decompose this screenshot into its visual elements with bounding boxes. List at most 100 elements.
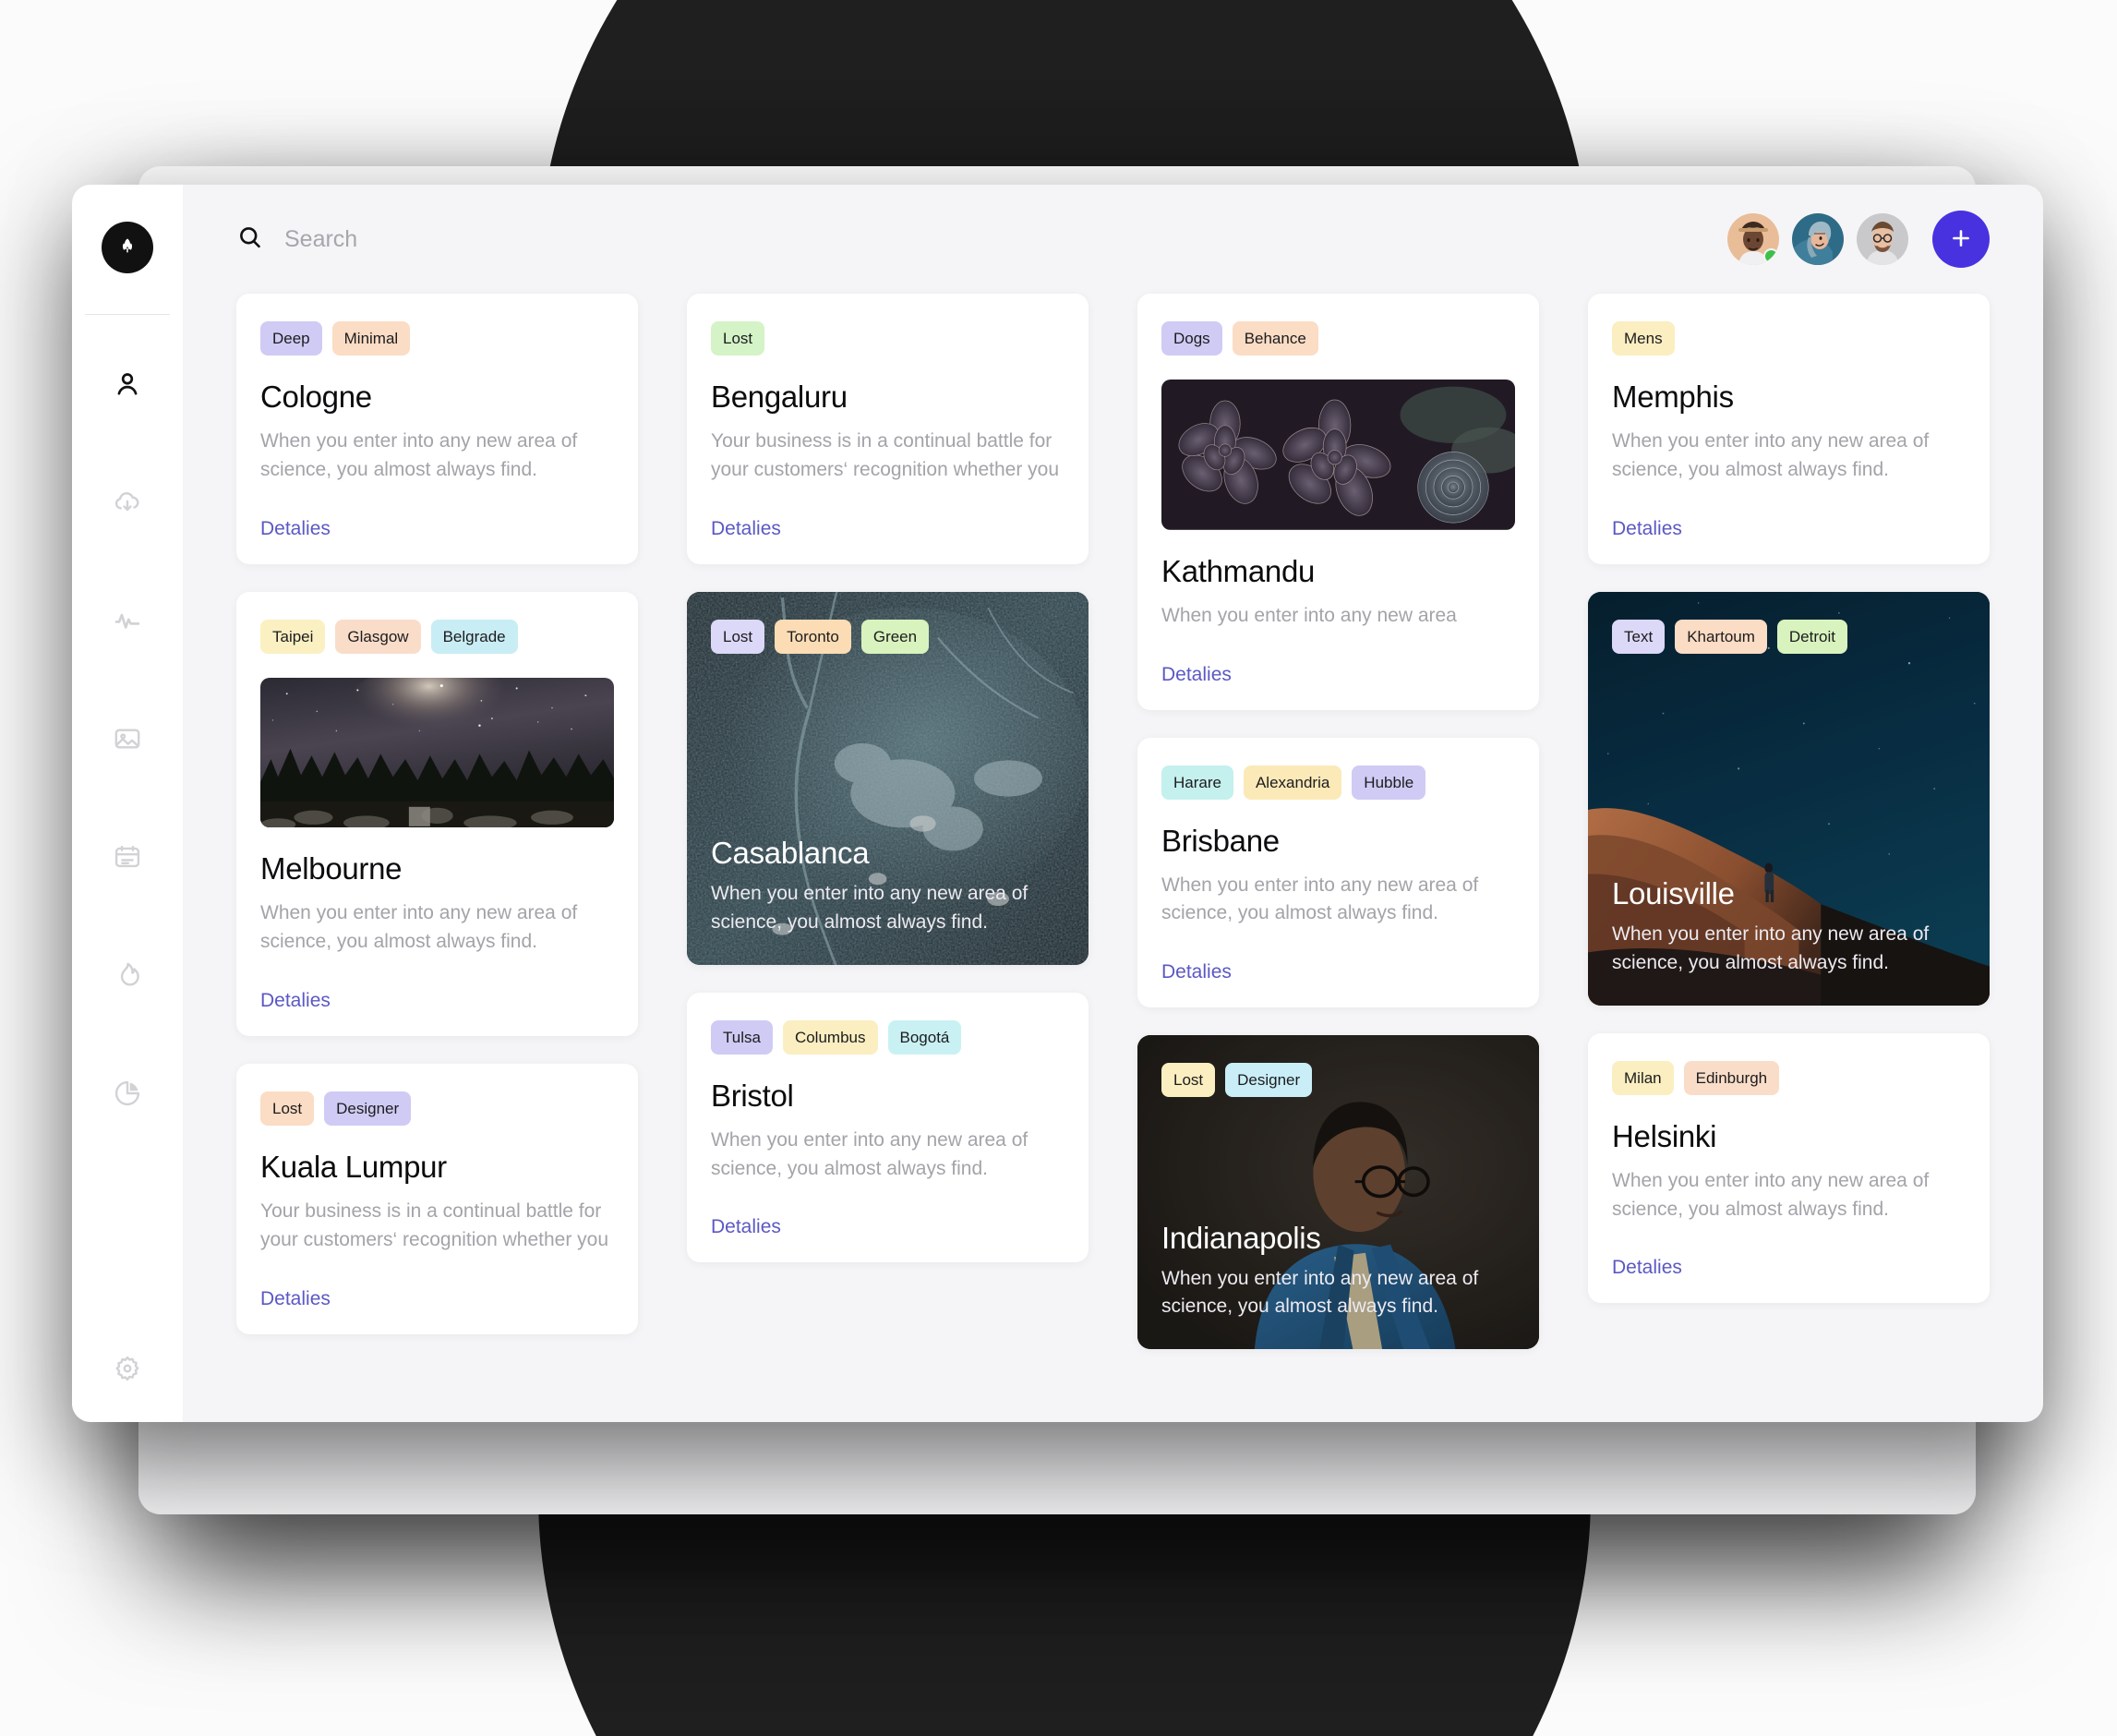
tag[interactable]: Detroit bbox=[1776, 619, 1847, 654]
card-casablanca[interactable]: Lost Toronto Green Casablanca When you e… bbox=[687, 591, 1089, 965]
activity-pulse-icon bbox=[112, 605, 143, 636]
tag[interactable]: Designer bbox=[324, 1091, 412, 1127]
card-indianapolis[interactable]: Lost Designer Indianapolis When you ente… bbox=[1137, 1035, 1539, 1350]
add-button[interactable] bbox=[1932, 211, 1990, 268]
tag[interactable]: Lost bbox=[711, 321, 765, 356]
tag[interactable]: Dogs bbox=[1161, 321, 1222, 356]
search-bar[interactable] bbox=[236, 223, 1727, 256]
leaf-logo-icon bbox=[114, 232, 141, 264]
user-avatar-group bbox=[1727, 211, 1990, 268]
board-column-1: Deep Minimal Cologne When you enter into… bbox=[236, 294, 638, 1413]
board-column-2: Lost Bengaluru Your business is in a con… bbox=[687, 294, 1089, 1413]
sidebar-item-user[interactable] bbox=[72, 357, 183, 411]
card-memphis[interactable]: Mens Memphis When you enter into any new… bbox=[1588, 294, 1990, 564]
app-logo[interactable] bbox=[102, 222, 153, 273]
search-input[interactable] bbox=[284, 225, 709, 253]
sidebar-item-images[interactable] bbox=[72, 712, 183, 766]
card-cologne[interactable]: Deep Minimal Cologne When you enter into… bbox=[236, 294, 638, 564]
tag[interactable]: Edinburgh bbox=[1683, 1060, 1780, 1095]
tag[interactable]: Hubble bbox=[1352, 765, 1426, 800]
card-description: Your business is in a continual battle f… bbox=[711, 430, 1060, 480]
pie-chart-icon bbox=[112, 1078, 143, 1109]
card-melbourne[interactable]: Taipei Glasgow Belgrade Melbourne When y… bbox=[236, 591, 638, 1037]
tag[interactable]: Minimal bbox=[331, 321, 411, 356]
sidebar-item-analytics[interactable] bbox=[72, 1067, 183, 1120]
details-link[interactable]: Detalies bbox=[260, 957, 331, 1012]
avatar-1[interactable] bbox=[1727, 213, 1779, 265]
card-thumbnail-succulents bbox=[1161, 380, 1515, 530]
details-link[interactable]: Detalies bbox=[260, 1255, 331, 1310]
board-column-3: Dogs Behance Kathmandu When you enter in… bbox=[1137, 294, 1539, 1413]
card-description: When you enter into any new area of scie… bbox=[1612, 923, 1930, 973]
tag[interactable]: Milan bbox=[1612, 1060, 1674, 1095]
tag[interactable]: Designer bbox=[1225, 1063, 1313, 1098]
tag[interactable]: Green bbox=[860, 619, 930, 654]
flame-icon bbox=[112, 959, 143, 991]
sidebar bbox=[72, 185, 183, 1422]
tag[interactable]: Toronto bbox=[775, 619, 851, 654]
card-title: Bristol bbox=[711, 1078, 794, 1113]
card-title: Indianapolis bbox=[1161, 1220, 1321, 1255]
plus-icon bbox=[1949, 226, 1973, 253]
card-description: When you enter into any new area of scie… bbox=[1612, 1169, 1930, 1220]
tag[interactable]: Lost bbox=[260, 1091, 315, 1127]
tag[interactable]: Mens bbox=[1612, 321, 1675, 356]
card-description: When you enter into any new area bbox=[1161, 604, 1457, 626]
gear-icon bbox=[112, 1353, 143, 1389]
tag[interactable]: Belgrade bbox=[430, 619, 518, 654]
sidebar-item-calendar[interactable] bbox=[72, 830, 183, 884]
sidebar-item-activity[interactable] bbox=[72, 594, 183, 647]
card-title: Kuala Lumpur bbox=[260, 1150, 447, 1185]
tag[interactable]: Taipei bbox=[260, 619, 326, 654]
tag-list: Harare Alexandria Hubble bbox=[1161, 765, 1515, 800]
tag-list: Deep Minimal bbox=[260, 321, 614, 356]
tag[interactable]: Lost bbox=[1161, 1063, 1216, 1098]
card-louisville[interactable]: Text Khartoum Detroit Louisville When yo… bbox=[1588, 591, 1990, 1006]
card-title: Louisville bbox=[1612, 876, 1735, 910]
tag[interactable]: Glasgow bbox=[335, 619, 421, 654]
tag[interactable]: Bogotá bbox=[887, 1019, 962, 1055]
avatar-3[interactable] bbox=[1857, 213, 1908, 265]
cloud-download-icon bbox=[112, 487, 143, 518]
sidebar-item-trending[interactable] bbox=[72, 948, 183, 1002]
tag[interactable]: Harare bbox=[1161, 765, 1233, 800]
tag-list: Tulsa Columbus Bogotá bbox=[711, 1019, 1065, 1055]
details-link[interactable]: Detalies bbox=[1161, 631, 1232, 686]
card-kathmandu[interactable]: Dogs Behance Kathmandu When you enter in… bbox=[1137, 294, 1539, 710]
tag[interactable]: Text bbox=[1612, 619, 1666, 654]
details-link[interactable]: Detalies bbox=[260, 485, 331, 540]
details-link[interactable]: Detalies bbox=[1161, 928, 1232, 983]
tag-list: Lost Designer bbox=[1161, 1063, 1515, 1098]
card-title: Melbourne bbox=[260, 851, 403, 886]
card-title: Kathmandu bbox=[1161, 553, 1316, 588]
app-window: Deep Minimal Cologne When you enter into… bbox=[72, 185, 2043, 1422]
card-brisbane[interactable]: Harare Alexandria Hubble Brisbane When y… bbox=[1137, 737, 1539, 1008]
tag[interactable]: Behance bbox=[1232, 321, 1318, 356]
details-link[interactable]: Detalies bbox=[711, 485, 781, 540]
tag[interactable]: Columbus bbox=[782, 1019, 878, 1055]
card-bristol[interactable]: Tulsa Columbus Bogotá Bristol When you e… bbox=[687, 992, 1089, 1263]
tag[interactable]: Khartoum bbox=[1675, 619, 1767, 654]
calendar-icon bbox=[112, 841, 143, 873]
tag-list: Text Khartoum Detroit bbox=[1612, 619, 1966, 654]
tag[interactable]: Deep bbox=[260, 321, 322, 356]
card-kuala-lumpur[interactable]: Lost Designer Kuala Lumpur Your business… bbox=[236, 1064, 638, 1334]
card-title: Helsinki bbox=[1612, 1118, 1717, 1153]
details-link[interactable]: Detalies bbox=[1612, 485, 1682, 540]
avatar-2[interactable] bbox=[1792, 213, 1844, 265]
card-description: When you enter into any new area of scie… bbox=[1612, 430, 1930, 480]
board-column-4: Mens Memphis When you enter into any new… bbox=[1588, 294, 1990, 1413]
details-link[interactable]: Detalies bbox=[1612, 1224, 1682, 1279]
card-description: When you enter into any new area of scie… bbox=[711, 883, 1028, 933]
tag[interactable]: Tulsa bbox=[711, 1019, 773, 1055]
card-bengaluru[interactable]: Lost Bengaluru Your business is in a con… bbox=[687, 294, 1089, 564]
details-link[interactable]: Detalies bbox=[711, 1183, 781, 1238]
sidebar-item-cloud-download[interactable] bbox=[72, 476, 183, 529]
tag-list: Lost bbox=[711, 321, 1065, 356]
user-icon bbox=[112, 368, 143, 400]
sidebar-item-settings[interactable] bbox=[72, 1353, 183, 1389]
card-helsinki[interactable]: Milan Edinburgh Helsinki When you enter … bbox=[1588, 1032, 1990, 1304]
tag[interactable]: Lost bbox=[711, 619, 765, 654]
image-icon bbox=[112, 723, 143, 754]
tag[interactable]: Alexandria bbox=[1243, 765, 1342, 800]
